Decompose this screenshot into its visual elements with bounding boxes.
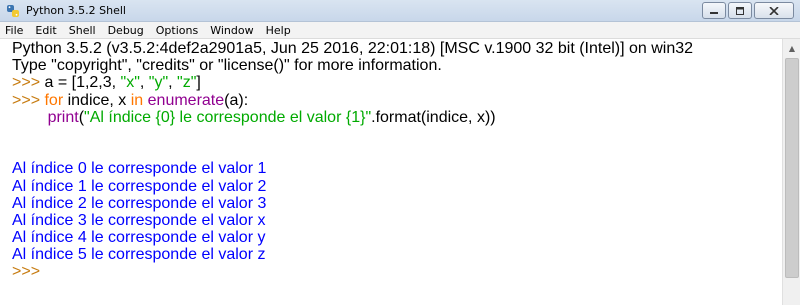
string-literal: "Al índice {0} le corresponde el valor {… (84, 108, 372, 126)
code-text: (a): (224, 91, 249, 109)
banner-line-2: Type "copyright", "credits" or "license(… (12, 57, 442, 75)
close-button[interactable] (754, 2, 794, 19)
output-line: Al índice 1 le corresponde el valor 2 (12, 177, 267, 195)
string-literal: "x" (120, 74, 140, 92)
menu-bar: File Edit Shell Debug Options Window Hel… (0, 22, 800, 39)
code-text: .format(indice, x)) (371, 108, 496, 126)
title-bar[interactable]: Python 3.5.2 Shell (0, 0, 800, 22)
code-text: , (168, 74, 178, 92)
python-icon (7, 5, 19, 17)
string-literal: "z" (177, 74, 197, 92)
menu-shell[interactable]: Shell (63, 22, 102, 39)
scroll-up-arrow-icon[interactable]: ▲ (784, 40, 800, 57)
menu-help[interactable]: Help (260, 22, 297, 39)
keyword: for (44, 91, 64, 109)
code-text: a = [1,2,3, (44, 74, 121, 92)
prompt: >>> (12, 91, 45, 109)
menu-window[interactable]: Window (204, 22, 259, 39)
input-line[interactable]: >>> (12, 263, 782, 280)
minimize-button[interactable] (702, 2, 726, 19)
window-controls (702, 2, 794, 20)
maximize-icon (736, 6, 744, 15)
final-prompt: >>> (12, 263, 45, 281)
input-line: print("Al índice {0} le corresponde el v… (12, 109, 782, 126)
menu-options[interactable]: Options (150, 22, 204, 39)
close-icon (769, 6, 779, 15)
shell-text-area[interactable]: Python 3.5.2 (v3.5.2:4def2a2901a5, Jun 2… (0, 39, 782, 305)
banner-line-1: Python 3.5.2 (v3.5.2:4def2a2901a5, Jun 2… (12, 40, 694, 57)
scroll-thumb[interactable] (785, 58, 799, 278)
menu-edit[interactable]: Edit (29, 22, 62, 39)
menu-debug[interactable]: Debug (102, 22, 150, 39)
output-line: Al índice 0 le corresponde el valor 1 (12, 160, 267, 178)
builtin: print (47, 108, 79, 126)
code-text: , (139, 74, 149, 92)
builtin: enumerate (147, 91, 225, 109)
output-line: Al índice 5 le corresponde el valor z (12, 246, 266, 264)
maximize-button[interactable] (728, 2, 752, 19)
prompt: >>> (12, 74, 45, 92)
input-line: >>> a = [1,2,3, "x", "y", "z"] (12, 74, 782, 91)
output-line: Al índice 4 le corresponde el valor y (12, 229, 266, 247)
string-literal: "y" (148, 74, 169, 92)
output-line: Al índice 2 le corresponde el valor 3 (12, 194, 267, 212)
keyword: in (130, 91, 144, 109)
menu-file[interactable]: File (0, 22, 29, 39)
vertical-scrollbar[interactable]: ▲ (782, 39, 800, 305)
code-text: ] (196, 74, 201, 92)
code-text: indice, x (63, 91, 131, 109)
window-title: Python 3.5.2 Shell (26, 4, 126, 17)
input-line: >>> for indice, x in enumerate(a): (12, 92, 782, 109)
output-line: Al índice 3 le corresponde el valor x (12, 211, 266, 229)
minimize-icon (710, 11, 718, 14)
